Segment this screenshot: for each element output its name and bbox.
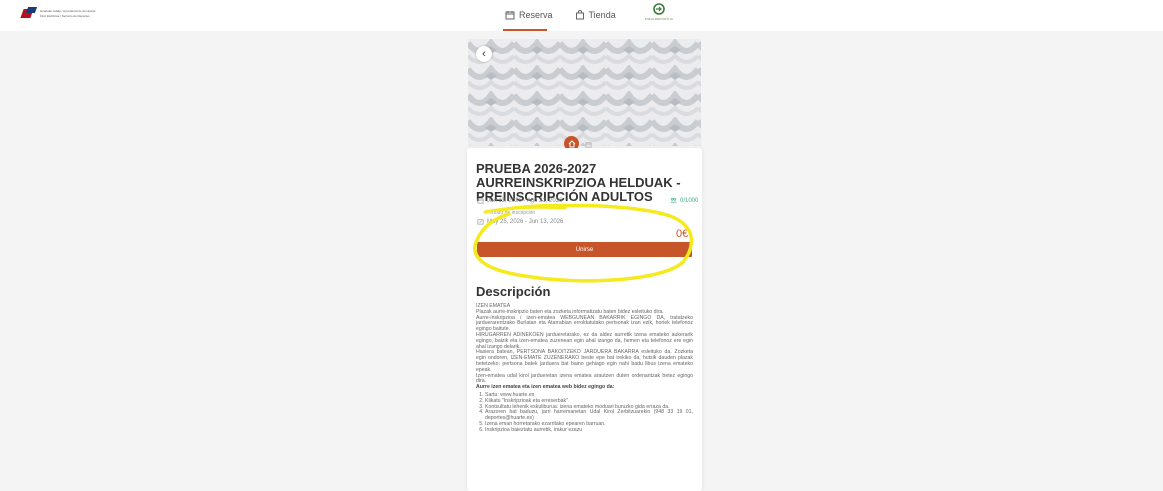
calendar-tab-icon bbox=[585, 141, 591, 147]
activity-banner bbox=[468, 39, 701, 146]
logo-line-2: Kirol Zerbitzua / Servicio de Deportes bbox=[40, 13, 90, 18]
price: 0€ bbox=[676, 228, 689, 240]
kirol-brand-logo[interactable]: KIROLDEPORTUA bbox=[637, 3, 681, 25]
calendar-icon bbox=[505, 11, 515, 20]
logo-mark-icon bbox=[20, 6, 38, 20]
inscription-period-label: Periodo de inscripción bbox=[486, 210, 536, 216]
municipality-logo[interactable]: Huarteko Udala / Ayuntamiento de Huarte … bbox=[20, 6, 95, 20]
edit-calendar-icon bbox=[477, 219, 484, 225]
step-item: Inskripzioa baieztatu aurretik, irakur e… bbox=[485, 427, 693, 434]
main-nav: Reserva Tienda bbox=[505, 4, 616, 26]
people-icon bbox=[670, 197, 677, 204]
description-paragraph: Aurre-inskripzioa / izen-ematea WEBGUNEA… bbox=[476, 314, 693, 333]
calendar-small-icon bbox=[477, 198, 484, 204]
nav-item-reserva-label: Reserva bbox=[519, 10, 553, 20]
join-button[interactable]: Unirse bbox=[477, 242, 692, 257]
top-navbar: Huarteko Udala / Ayuntamiento de Huarte … bbox=[0, 0, 1163, 31]
description-body: IZEN EMATEA Plazak aurre-inskripzio bate… bbox=[476, 303, 693, 434]
brand-text: KIROLDEPORTUA bbox=[644, 17, 674, 21]
shopping-bag-icon bbox=[575, 10, 584, 20]
brand-swirl-icon bbox=[653, 3, 665, 15]
description-paragraph: HIRUGARREN ADINEKOEN jardueretarako, ez … bbox=[476, 331, 693, 350]
steps-title: Aurre izen ematea eta izen ematea web bi… bbox=[476, 384, 615, 391]
inscription-dates-text: May 25, 2026 - Jun 13, 2026 bbox=[487, 218, 564, 225]
logo-line-1: Huarteko Udala / Ayuntamiento de Huarte bbox=[40, 8, 96, 13]
logo-text: Huarteko Udala / Ayuntamiento de Huarte … bbox=[40, 9, 95, 18]
inscription-dates: May 25, 2026 - Jun 13, 2026 bbox=[477, 218, 563, 225]
description-paragraph: Hasiera batean, PERTSONA BAKOITZEKO JARD… bbox=[476, 349, 693, 373]
nav-item-tienda[interactable]: Tienda bbox=[575, 10, 616, 20]
nav-item-reserva[interactable]: Reserva bbox=[505, 10, 553, 20]
description-title: Descripción bbox=[476, 284, 551, 299]
chevron-left-icon: ‹ bbox=[482, 48, 486, 60]
capacity-text: 0/1000 bbox=[680, 197, 699, 204]
home-icon bbox=[568, 139, 575, 147]
banner-pattern bbox=[468, 39, 701, 146]
nav-item-tienda-label: Tienda bbox=[588, 10, 616, 20]
back-button[interactable]: ‹ bbox=[476, 46, 492, 62]
active-tab-indicator bbox=[503, 29, 547, 31]
capacity: 0/1000 bbox=[670, 197, 698, 204]
activity-dates-text: Jun 13, 2026 - Ago 31, 2026 bbox=[487, 197, 563, 204]
steps-list: Sartu: www.huarte.es Klikatu "Inskripzio… bbox=[485, 392, 693, 434]
activity-dates: Jun 13, 2026 - Ago 31, 2026 bbox=[477, 197, 562, 204]
